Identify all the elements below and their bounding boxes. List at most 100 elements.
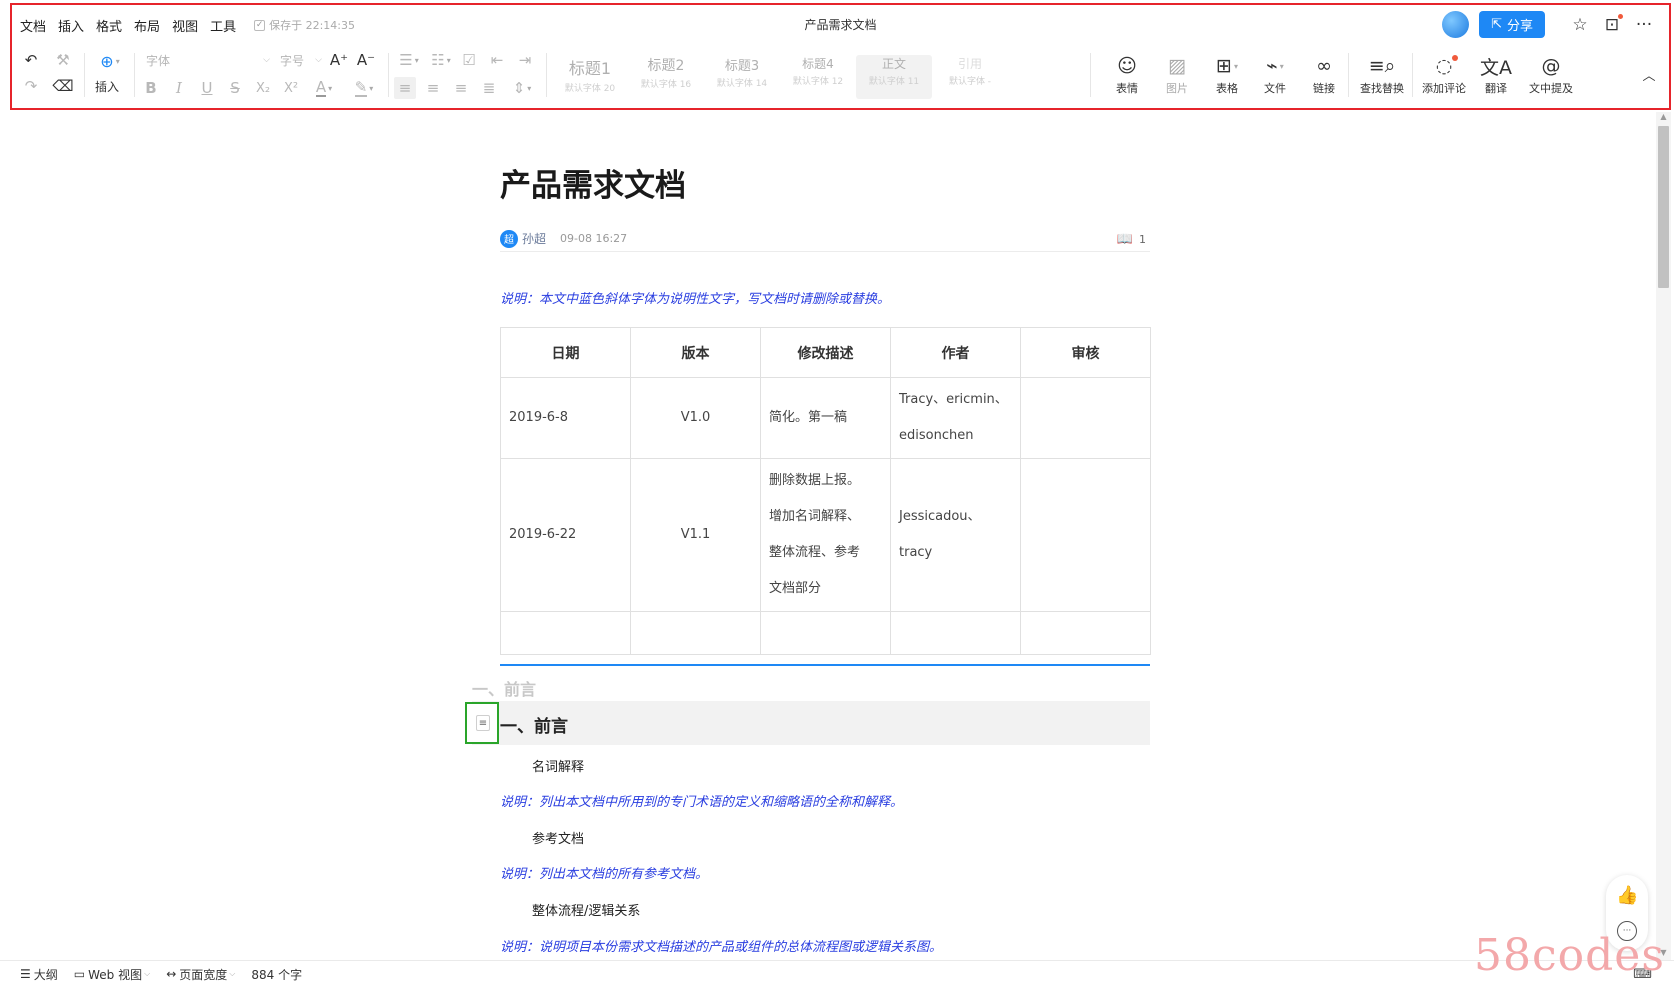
indent-increase-icon[interactable]: ⇥	[514, 49, 536, 71]
section-heading[interactable]: 名词解释	[532, 756, 584, 775]
indent-decrease-icon[interactable]: ⇤	[486, 49, 508, 71]
block-drag-handle[interactable]: ≡	[465, 702, 499, 744]
highlight-icon[interactable]: ✎ ▾	[348, 77, 380, 99]
align-center-icon[interactable]: ≡	[422, 77, 444, 99]
scrollbar-thumb[interactable]	[1658, 126, 1669, 288]
bullet-list-icon[interactable]: ☰ ▾	[394, 49, 424, 71]
undo-icon[interactable]: ↶	[20, 49, 42, 71]
strikethrough-icon[interactable]: S	[224, 77, 246, 99]
table-cell[interactable]	[1020, 611, 1151, 655]
menu-format[interactable]: 格式	[96, 16, 122, 35]
share-button[interactable]: ⇱ 分享	[1479, 11, 1545, 38]
menu-insert[interactable]: 插入	[58, 16, 84, 35]
style-heading-1[interactable]: 标题1 默认字体 20	[552, 55, 628, 99]
font-family-placeholder: 字体	[146, 53, 171, 68]
style-quote[interactable]: 引用 默认字体 -	[932, 55, 1008, 99]
table-header[interactable]: 修改描述	[760, 327, 891, 378]
table-header[interactable]: 作者	[890, 327, 1021, 378]
table-header[interactable]: 审核	[1020, 327, 1151, 378]
toolbar-divider	[388, 53, 389, 97]
table-cell[interactable]: Jessicadou、 tracy	[890, 458, 1021, 612]
heading-text[interactable]: 一、前言	[500, 712, 568, 737]
note-text[interactable]: 说明：列出本文档的所有参考文档。	[500, 863, 708, 882]
find-replace-tool[interactable]: ≡⌕ 查找替换	[1354, 53, 1410, 103]
style-heading-2[interactable]: 标题2 默认字体 16	[628, 55, 704, 99]
heading-block[interactable]: 一、前言	[472, 701, 1150, 745]
table-cell[interactable]: 2019-6-8	[500, 377, 631, 459]
table-cell[interactable]	[630, 611, 761, 655]
device-icon[interactable]: ⊡	[1601, 13, 1623, 36]
toolbar-divider	[1090, 53, 1091, 97]
note-text[interactable]: 说明：本文中蓝色斜体字体为说明性文字，写文档时请删除或替换。	[500, 288, 890, 307]
table-cell[interactable]: V1.1	[630, 458, 761, 612]
insert-label[interactable]: 插入	[88, 77, 126, 95]
font-size-select[interactable]: 字号 ⌵	[276, 49, 322, 71]
vertical-scrollbar[interactable]: ▲ ▼	[1656, 112, 1671, 960]
more-icon[interactable]: ···	[1633, 14, 1655, 36]
note-text[interactable]: 说明：说明项目本份需求文档描述的产品或组件的总体流程图或逻辑关系图。	[500, 936, 942, 955]
font-shrink-icon[interactable]: A⁻	[355, 49, 377, 71]
tool-label: 链接	[1313, 82, 1335, 95]
style-heading-3[interactable]: 标题3 默认字体 14	[704, 55, 780, 99]
underline-icon[interactable]: U	[196, 77, 218, 99]
menu-document[interactable]: 文档	[20, 16, 46, 35]
insert-icon[interactable]: ⊕ ▾	[90, 49, 130, 73]
table-cell[interactable]	[1020, 377, 1151, 459]
italic-icon[interactable]: I	[168, 77, 190, 99]
style-body[interactable]: 正文 默认字体 11	[856, 55, 932, 99]
author-name[interactable]: 孙超	[522, 230, 546, 247]
image-tool[interactable]: ▨ 图片	[1149, 53, 1205, 103]
align-justify-icon[interactable]: ≣	[478, 77, 500, 99]
table-cell[interactable]: Tracy、ericmin、 edisonchen	[890, 377, 1021, 459]
link-tool[interactable]: ∞ 链接	[1296, 53, 1352, 103]
style-heading-4[interactable]: 标题4 默认字体 12	[780, 55, 856, 99]
user-avatar[interactable]	[1442, 11, 1470, 38]
mention-tool[interactable]: @ 文中提及	[1520, 53, 1582, 103]
bold-icon[interactable]: B	[140, 77, 162, 99]
section-heading[interactable]: 参考文档	[532, 828, 584, 847]
redo-icon[interactable]: ↷	[20, 75, 42, 97]
header-actions: ⇱ 分享 ☆ ⊡ ···	[1442, 11, 1655, 38]
font-color-icon[interactable]: A ▾	[308, 77, 340, 99]
page-width-select[interactable]: ↔ 页面宽度 ⌵	[166, 966, 235, 983]
star-icon[interactable]: ☆	[1569, 14, 1591, 36]
table-cell[interactable]	[890, 611, 1021, 655]
table-cell[interactable]: V1.0	[630, 377, 761, 459]
numbered-list-icon[interactable]: ☷ ▾	[426, 49, 456, 71]
translate-tool[interactable]: 文A 翻译	[1468, 53, 1524, 103]
thumbs-up-icon[interactable]: 👍	[1616, 885, 1638, 907]
table-cell[interactable]	[760, 611, 891, 655]
add-comment-tool[interactable]: ◌ 添加评论	[1416, 53, 1472, 103]
checklist-icon[interactable]: ☑	[458, 49, 480, 71]
table-cell[interactable]	[1020, 458, 1151, 612]
table-cell[interactable]: 简化。第一稿	[760, 377, 891, 459]
table-header[interactable]: 日期	[500, 327, 631, 378]
superscript-icon[interactable]: X²	[280, 77, 302, 99]
author-avatar[interactable]: 超	[500, 229, 518, 248]
menu-tools[interactable]: 工具	[210, 16, 236, 35]
note-text[interactable]: 说明：列出本文档中所用到的专门术语的定义和缩略语的全称和解释。	[500, 791, 903, 810]
table-header[interactable]: 版本	[630, 327, 761, 378]
align-right-icon[interactable]: ≡	[450, 77, 472, 99]
menu-view[interactable]: 视图	[172, 16, 198, 35]
align-left-icon[interactable]: ≡	[394, 77, 416, 99]
file-tool[interactable]: ⌁ ▾ 文件	[1247, 53, 1303, 103]
scroll-up-icon[interactable]: ▲	[1656, 112, 1671, 124]
format-painter-icon[interactable]: ⚒	[52, 49, 74, 71]
read-count[interactable]: 📖 1	[1117, 232, 1146, 247]
line-spacing-icon[interactable]: ⇕ ▾	[506, 77, 538, 99]
table-cell[interactable]	[500, 611, 631, 655]
view-mode-select[interactable]: ▭ Web 视图 ⌵	[74, 966, 150, 983]
collapse-toolbar-icon[interactable]: ︿	[1638, 63, 1660, 85]
menu-layout[interactable]: 布局	[134, 16, 160, 35]
table-cell[interactable]: 2019-6-22	[500, 458, 631, 612]
font-family-select[interactable]: 字体 ⌵	[142, 49, 270, 71]
font-grow-icon[interactable]: A⁺	[328, 49, 350, 71]
subscript-icon[interactable]: X₂	[252, 77, 274, 99]
clear-format-icon[interactable]: ⌫	[52, 75, 74, 97]
emoji-tool[interactable]: ☺ 表情	[1099, 53, 1155, 103]
table-cell[interactable]: 删除数据上报。 增加名词解释、 整体流程、参考 文档部分	[760, 458, 891, 612]
page-title[interactable]: 产品需求文档	[500, 160, 686, 205]
outline-toggle[interactable]: ☰ 大纲	[20, 966, 58, 983]
section-heading[interactable]: 整体流程/逻辑关系	[532, 900, 640, 919]
